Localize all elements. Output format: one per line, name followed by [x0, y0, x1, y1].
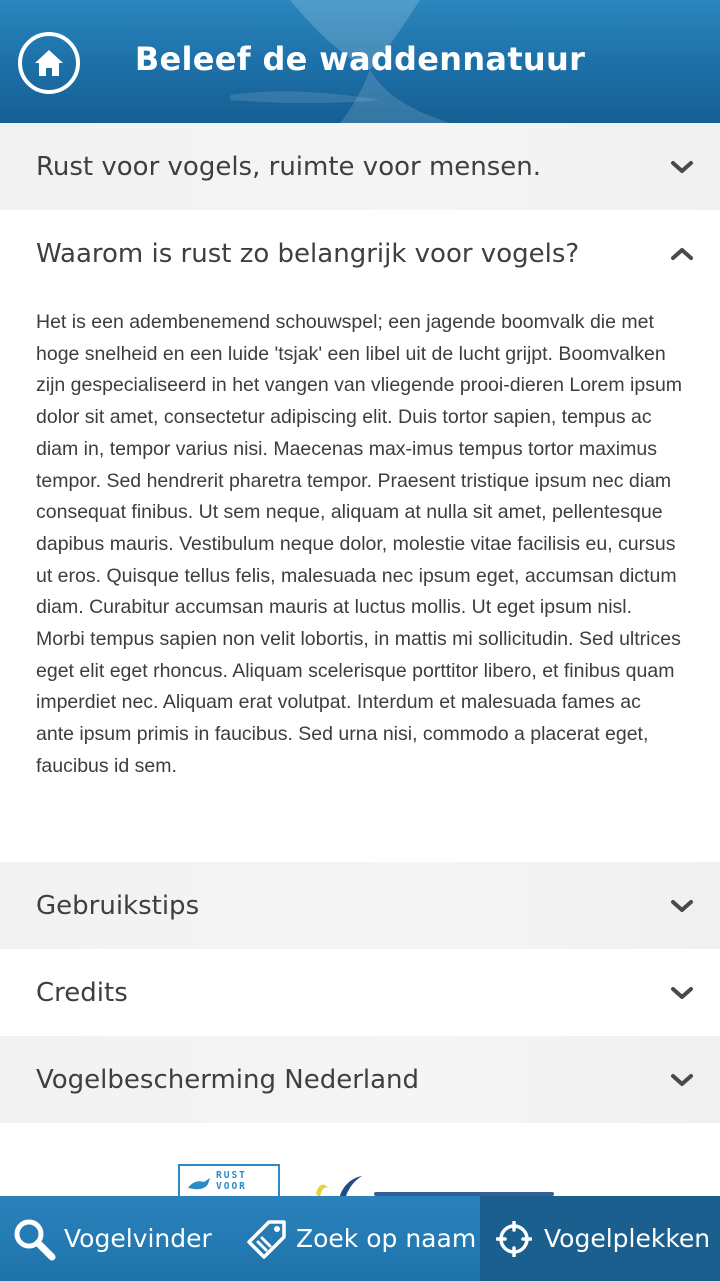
search-icon — [14, 1219, 56, 1260]
rust-voor-vogels-logo: RUST VOOR — [178, 1164, 280, 1196]
chevron-down-icon — [671, 899, 693, 912]
partner-logos: RUST VOOR — [0, 1134, 720, 1196]
chevron-down-icon — [671, 160, 693, 173]
crosshair-icon — [496, 1220, 532, 1257]
body-text: Het is een adembenemend schouwspel; een … — [36, 311, 683, 777]
nav-vogelvinder[interactable]: Vogelvinder — [0, 1196, 238, 1281]
chevron-down-icon — [671, 1073, 693, 1086]
accordion-header-vogelbescherming[interactable]: Vogelbescherming Nederland — [0, 1036, 720, 1123]
accordion-title: Rust voor vogels, ruimte voor mensen. — [36, 151, 542, 182]
accordion-title: Credits — [36, 977, 128, 1008]
nav-label: Zoek op naam — [296, 1224, 477, 1253]
accordion-header-waarom[interactable]: Waarom is rust zo belangrijk voor vogels… — [0, 210, 720, 297]
logo-text: RUST VOOR — [216, 1170, 247, 1192]
info-accordion: Rust voor vogels, ruimte voor mensen. Wa… — [0, 123, 720, 1123]
accordion-title: Vogelbescherming Nederland — [36, 1064, 420, 1095]
nav-label: Vogelplekken — [544, 1224, 711, 1253]
chevron-up-icon — [671, 247, 693, 260]
accordion-title: Waarom is rust zo belangrijk voor vogels… — [36, 238, 580, 269]
nav-label: Vogelvinder — [64, 1224, 212, 1253]
accordion-header-rust[interactable]: Rust voor vogels, ruimte voor mensen. — [0, 123, 720, 210]
waddenfonds-logo — [316, 1176, 554, 1196]
app-header: Beleef de waddennatuur — [0, 0, 720, 123]
nav-vogelplekken[interactable]: Vogelplekken — [480, 1196, 720, 1281]
accordion-body-waarom: Het is een adembenemend schouwspel; een … — [0, 297, 720, 862]
chevron-down-icon — [671, 986, 693, 999]
bird-icon — [188, 1178, 210, 1190]
page-title: Beleef de waddennatuur — [134, 40, 586, 78]
accordion-title: Gebruikstips — [36, 890, 200, 921]
accordion-header-gebruikstips[interactable]: Gebruikstips — [0, 862, 720, 949]
nav-zoek-op-naam[interactable]: Zoek op naam — [238, 1196, 480, 1281]
tag-icon — [247, 1219, 286, 1259]
bottom-navigation: Vogelvinder Zoek op naam Vogelplekken — [0, 1196, 720, 1281]
accordion-header-credits[interactable]: Credits — [0, 949, 720, 1036]
